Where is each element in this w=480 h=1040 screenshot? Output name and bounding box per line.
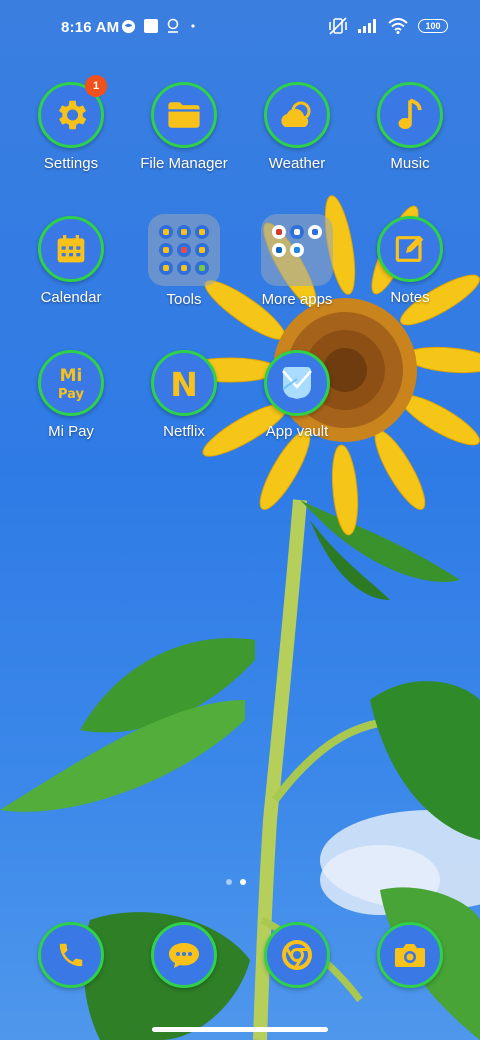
folder-label: Tools xyxy=(166,291,202,308)
folder-tools[interactable]: Tools xyxy=(129,214,239,308)
app-label: Notes xyxy=(390,289,430,306)
folder-label: More apps xyxy=(261,291,333,308)
app-music[interactable]: Music xyxy=(355,82,465,172)
signal-icon xyxy=(358,19,376,33)
note-pencil-icon xyxy=(395,235,424,262)
app-vault[interactable]: App vault xyxy=(242,350,352,440)
dock-messages[interactable] xyxy=(129,922,239,988)
app-label: Calendar xyxy=(40,289,102,306)
status-time: 8:16 AM xyxy=(61,19,120,36)
page-indicator[interactable] xyxy=(226,879,246,885)
app-label: Music xyxy=(390,155,430,172)
dock-chrome[interactable] xyxy=(242,922,352,988)
gear-icon xyxy=(58,100,87,130)
dock-camera[interactable] xyxy=(355,922,465,988)
page-dot-active[interactable] xyxy=(240,879,246,885)
chrome-icon xyxy=(282,940,312,970)
app-label: Weather xyxy=(268,155,326,172)
dot-icon xyxy=(191,24,195,28)
wifi-icon xyxy=(388,18,408,34)
folder-grid-icon xyxy=(148,214,220,286)
folder-more-apps[interactable]: More apps xyxy=(242,214,352,308)
dock-phone[interactable] xyxy=(16,922,126,988)
app-label: Mi Pay xyxy=(48,423,94,440)
app-file-manager[interactable]: File Manager xyxy=(129,82,239,172)
svg-text:Pay: Pay xyxy=(58,387,85,402)
mask-icon xyxy=(121,19,136,33)
mipay-icon: MiPay xyxy=(58,366,85,402)
netflix-icon: N xyxy=(170,365,198,401)
app-label: Settings xyxy=(43,155,99,172)
camera-icon xyxy=(395,944,425,967)
app-notes[interactable]: Notes xyxy=(355,216,465,306)
gesture-nav-handle[interactable] xyxy=(152,1027,328,1032)
phone-icon xyxy=(59,943,83,967)
page-dot[interactable] xyxy=(226,879,232,885)
app-mi-pay[interactable]: Mi Pay Mi Pay xyxy=(16,350,126,440)
folder-grid-icon xyxy=(261,214,333,286)
svg-text:Mi: Mi xyxy=(60,366,83,386)
app-label: App vault xyxy=(265,423,329,440)
app-weather[interactable]: Weather xyxy=(242,82,352,172)
notification-badge: 1 xyxy=(85,75,107,97)
svg-text:N: N xyxy=(170,365,198,401)
app-label: File Manager xyxy=(140,155,228,172)
square-icon xyxy=(144,19,158,33)
app-calendar[interactable]: Calendar xyxy=(16,216,126,306)
messages-icon xyxy=(169,943,199,968)
cloud-sun-icon xyxy=(281,101,311,127)
vibrate-off-icon xyxy=(329,17,347,35)
status-bar: 8:16 AM 100 xyxy=(0,0,480,56)
app-netflix[interactable]: N Netflix xyxy=(129,350,239,440)
battery-icon: 100 xyxy=(418,19,448,33)
app-vault-icon xyxy=(282,367,312,399)
app-settings[interactable]: 1 Settings xyxy=(16,75,126,172)
folder-icon xyxy=(168,102,200,128)
location-pin-icon xyxy=(167,18,179,33)
music-note-icon xyxy=(398,98,422,129)
app-label: Netflix xyxy=(163,423,205,440)
calendar-icon xyxy=(57,235,85,263)
